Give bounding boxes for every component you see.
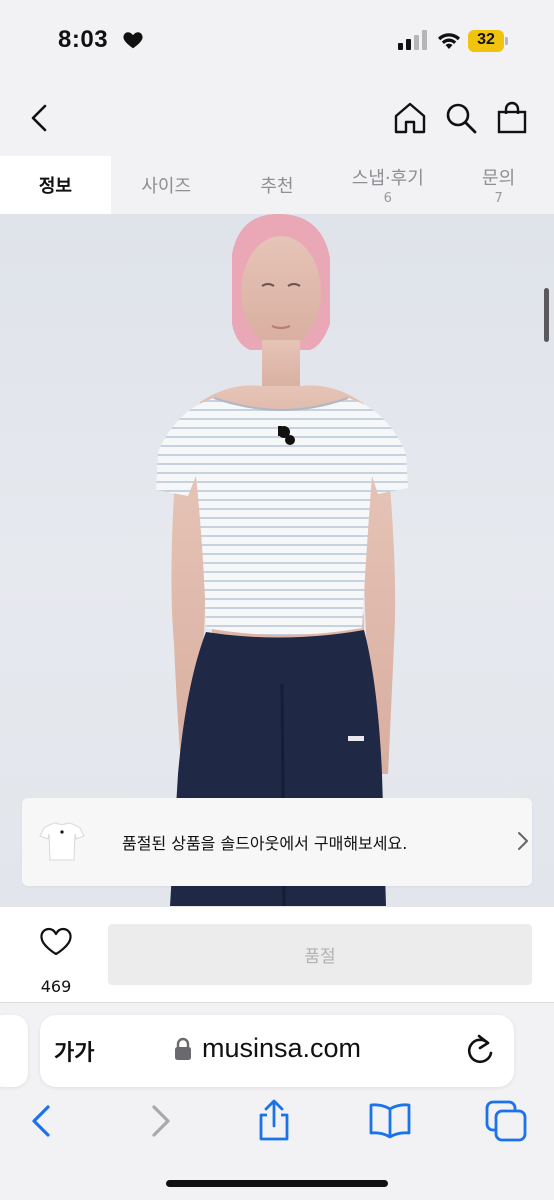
previous-tab-preview[interactable]	[0, 1015, 28, 1087]
tab-inquiry[interactable]: 문의 7	[443, 156, 554, 214]
tab-label: 문의	[482, 168, 516, 189]
tab-label: 정보	[38, 176, 72, 197]
like-button[interactable]: 469	[28, 925, 84, 996]
tab-info[interactable]: 정보	[0, 156, 111, 214]
tab-label: 추천	[260, 176, 294, 197]
tabs-icon[interactable]	[484, 1099, 528, 1143]
lock-icon	[175, 1037, 191, 1060]
wifi-icon	[438, 33, 460, 49]
scroll-indicator	[544, 288, 549, 342]
tab-label: 스냅·후기	[351, 168, 424, 189]
soldout-button-label: 품절	[304, 947, 336, 967]
safari-back-icon[interactable]	[20, 1099, 64, 1143]
text-size-button[interactable]: 가가	[54, 1035, 94, 1067]
status-bar: 8:03 32	[0, 0, 554, 82]
battery-icon: 32	[468, 30, 508, 52]
signal-icon	[398, 30, 427, 50]
soldout-button[interactable]: 품절	[108, 924, 532, 985]
tshirt-thumbnail	[39, 822, 85, 861]
purchase-bar: 469 품절	[0, 906, 554, 1002]
soldout-banner[interactable]: 품절된 상품을 솔드아웃에서 구매해보세요.	[22, 798, 532, 886]
reload-icon[interactable]	[464, 1033, 496, 1067]
chevron-right-icon	[518, 832, 528, 850]
like-heart-icon	[40, 927, 72, 956]
share-icon[interactable]	[252, 1099, 296, 1143]
status-time: 8:03	[58, 26, 109, 53]
tab-count: 6	[383, 191, 392, 206]
home-indicator	[166, 1180, 388, 1187]
bookmarks-icon[interactable]	[368, 1099, 412, 1143]
back-icon[interactable]	[22, 100, 58, 136]
address-bar[interactable]: 가가 musinsa.com	[40, 1015, 514, 1087]
search-icon[interactable]	[443, 100, 479, 136]
browser-toolbar: 가가 musinsa.com	[0, 1002, 554, 1200]
safari-forward-icon[interactable]	[138, 1099, 182, 1143]
url-text: musinsa.com	[202, 1033, 362, 1063]
tab-size[interactable]: 사이즈	[111, 156, 222, 214]
tab-snap-review[interactable]: 스냅·후기 6	[332, 156, 443, 214]
tab-recommend[interactable]: 추천	[222, 156, 333, 214]
home-icon[interactable]	[392, 100, 428, 136]
tab-count: 7	[494, 191, 503, 206]
battery-level: 32	[477, 31, 495, 48]
product-tabs: 정보 사이즈 추천 스냅·후기 6 문의 7	[0, 156, 554, 214]
like-count: 469	[40, 977, 72, 996]
heart-icon	[123, 32, 143, 49]
top-header	[0, 82, 554, 156]
tab-label: 사이즈	[141, 176, 192, 197]
soldout-banner-text: 품절된 상품을 솔드아웃에서 구매해보세요.	[122, 834, 408, 853]
shopping-bag-icon[interactable]	[494, 100, 530, 136]
